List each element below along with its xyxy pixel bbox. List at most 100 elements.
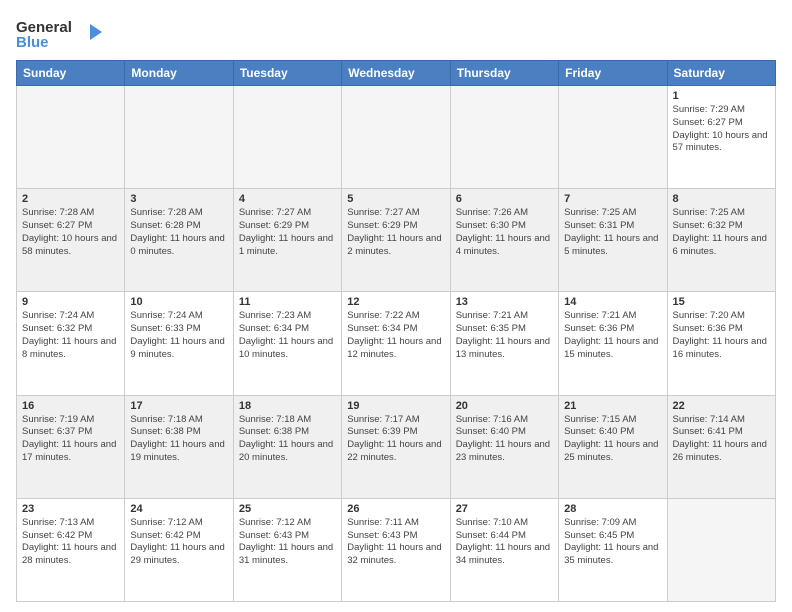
calendar-cell xyxy=(667,498,775,601)
calendar-cell: 27Sunrise: 7:10 AM Sunset: 6:44 PM Dayli… xyxy=(450,498,558,601)
day-info: Sunrise: 7:24 AM Sunset: 6:32 PM Dayligh… xyxy=(22,310,119,361)
calendar-week-1: 1 Sunrise: 7:29 AM Sunset: 6:27 PM Daylig… xyxy=(17,86,776,189)
weekday-header-saturday: Saturday xyxy=(667,61,775,86)
day-number: 5 xyxy=(347,193,444,205)
calendar-cell: 19 Sunrise: 7:17 AM Sunset: 6:39 PM Dayli… xyxy=(342,395,450,498)
day-info: Sunrise: 7:24 AM Sunset: 6:33 PM Dayligh… xyxy=(130,310,227,361)
weekday-header-thursday: Thursday xyxy=(450,61,558,86)
calendar-cell xyxy=(342,86,450,189)
calendar-week-2: 2 Sunrise: 7:28 AM Sunset: 6:27 PM Daylig… xyxy=(17,189,776,292)
calendar-cell: 18 Sunrise: 7:18 AM Sunset: 6:38 PM Dayli… xyxy=(233,395,341,498)
calendar-cell: 1 Sunrise: 7:29 AM Sunset: 6:27 PM Daylig… xyxy=(667,86,775,189)
calendar-cell: 10 Sunrise: 7:24 AM Sunset: 6:33 PM Dayli… xyxy=(125,292,233,395)
day-number: 3 xyxy=(130,193,227,205)
calendar-cell xyxy=(559,86,667,189)
day-info: Sunrise: 7:14 AM Sunset: 6:41 PM Dayligh… xyxy=(673,414,770,465)
day-number: 10 xyxy=(130,296,227,308)
day-number: 14 xyxy=(564,296,661,308)
calendar-cell: 13 Sunrise: 7:21 AM Sunset: 6:35 PM Dayli… xyxy=(450,292,558,395)
day-info: Sunrise: 7:23 AM Sunset: 6:34 PM Dayligh… xyxy=(239,310,336,361)
day-info: Sunrise: 7:22 AM Sunset: 6:34 PM Dayligh… xyxy=(347,310,444,361)
day-info: Sunrise: 7:13 AM Sunset: 6:42 PM Dayligh… xyxy=(22,517,119,568)
calendar-cell: 24 Sunrise: 7:12 AM Sunset: 6:42 PM Dayli… xyxy=(125,498,233,601)
day-number: 15 xyxy=(673,296,770,308)
calendar-cell: 2 Sunrise: 7:28 AM Sunset: 6:27 PM Daylig… xyxy=(17,189,125,292)
day-number: 16 xyxy=(22,400,119,412)
day-info: Sunrise: 7:26 AM Sunset: 6:30 PM Dayligh… xyxy=(456,207,553,258)
day-number: 22 xyxy=(673,400,770,412)
day-number: 24 xyxy=(130,503,227,515)
day-info: Sunrise: 7:12 AM Sunset: 6:43 PM Dayligh… xyxy=(239,517,336,568)
day-info: Sunrise: 7:18 AM Sunset: 6:38 PM Dayligh… xyxy=(239,414,336,465)
day-info: Sunrise: 7:25 AM Sunset: 6:31 PM Dayligh… xyxy=(564,207,661,258)
page: General Blue SundayMondayTuesdayWednesda… xyxy=(0,0,792,612)
calendar-cell: 15 Sunrise: 7:20 AM Sunset: 6:36 PM Dayli… xyxy=(667,292,775,395)
day-info: Sunrise: 7:17 AM Sunset: 6:39 PM Dayligh… xyxy=(347,414,444,465)
day-info: Sunrise: 7:29 AM Sunset: 6:27 PM Dayligh… xyxy=(673,104,770,155)
calendar-table: SundayMondayTuesdayWednesdayThursdayFrid… xyxy=(16,60,776,602)
header: General Blue xyxy=(16,16,776,52)
day-number: 2 xyxy=(22,193,119,205)
day-info: Sunrise: 7:28 AM Sunset: 6:27 PM Dayligh… xyxy=(22,207,119,258)
calendar-cell: 5 Sunrise: 7:27 AM Sunset: 6:29 PM Daylig… xyxy=(342,189,450,292)
day-info: Sunrise: 7:27 AM Sunset: 6:29 PM Dayligh… xyxy=(239,207,336,258)
day-number: 1 xyxy=(673,90,770,102)
calendar-week-3: 9 Sunrise: 7:24 AM Sunset: 6:32 PM Daylig… xyxy=(17,292,776,395)
calendar-cell: 21Sunrise: 7:15 AM Sunset: 6:40 PM Dayli… xyxy=(559,395,667,498)
calendar-cell: 4 Sunrise: 7:27 AM Sunset: 6:29 PM Daylig… xyxy=(233,189,341,292)
day-info: Sunrise: 7:16 AM Sunset: 6:40 PM Dayligh… xyxy=(456,414,553,465)
day-number: 12 xyxy=(347,296,444,308)
day-info: Sunrise: 7:25 AM Sunset: 6:32 PM Dayligh… xyxy=(673,207,770,258)
weekday-header-tuesday: Tuesday xyxy=(233,61,341,86)
calendar-cell: 8 Sunrise: 7:25 AM Sunset: 6:32 PM Daylig… xyxy=(667,189,775,292)
day-info: Sunrise: 7:12 AM Sunset: 6:42 PM Dayligh… xyxy=(130,517,227,568)
calendar-cell: 9 Sunrise: 7:24 AM Sunset: 6:32 PM Daylig… xyxy=(17,292,125,395)
calendar-cell: 26Sunrise: 7:11 AM Sunset: 6:43 PM Dayli… xyxy=(342,498,450,601)
weekday-header-sunday: Sunday xyxy=(17,61,125,86)
calendar-cell: 7 Sunrise: 7:25 AM Sunset: 6:31 PM Daylig… xyxy=(559,189,667,292)
day-info: Sunrise: 7:28 AM Sunset: 6:28 PM Dayligh… xyxy=(130,207,227,258)
day-number: 9 xyxy=(22,296,119,308)
day-info: Sunrise: 7:19 AM Sunset: 6:37 PM Dayligh… xyxy=(22,414,119,465)
calendar-cell: 22 Sunrise: 7:14 AM Sunset: 6:41 PM Dayli… xyxy=(667,395,775,498)
calendar-cell: 11Sunrise: 7:23 AM Sunset: 6:34 PM Dayli… xyxy=(233,292,341,395)
calendar-cell: 16 Sunrise: 7:19 AM Sunset: 6:37 PM Dayli… xyxy=(17,395,125,498)
weekday-header-monday: Monday xyxy=(125,61,233,86)
day-number: 25 xyxy=(239,503,336,515)
day-number: 7 xyxy=(564,193,661,205)
logo: General Blue xyxy=(16,16,106,52)
weekday-header-row: SundayMondayTuesdayWednesdayThursdayFrid… xyxy=(17,61,776,86)
calendar-cell: 23 Sunrise: 7:13 AM Sunset: 6:42 PM Dayli… xyxy=(17,498,125,601)
calendar-cell: 25 Sunrise: 7:12 AM Sunset: 6:43 PM Dayli… xyxy=(233,498,341,601)
calendar-cell: 14Sunrise: 7:21 AM Sunset: 6:36 PM Dayli… xyxy=(559,292,667,395)
day-number: 19 xyxy=(347,400,444,412)
day-number: 28 xyxy=(564,503,661,515)
logo-svg: General Blue xyxy=(16,16,106,52)
day-number: 18 xyxy=(239,400,336,412)
day-number: 13 xyxy=(456,296,553,308)
day-info: Sunrise: 7:27 AM Sunset: 6:29 PM Dayligh… xyxy=(347,207,444,258)
day-number: 20 xyxy=(456,400,553,412)
day-info: Sunrise: 7:20 AM Sunset: 6:36 PM Dayligh… xyxy=(673,310,770,361)
day-info: Sunrise: 7:21 AM Sunset: 6:35 PM Dayligh… xyxy=(456,310,553,361)
day-number: 4 xyxy=(239,193,336,205)
day-info: Sunrise: 7:15 AM Sunset: 6:40 PM Dayligh… xyxy=(564,414,661,465)
day-number: 27 xyxy=(456,503,553,515)
calendar-cell: 3 Sunrise: 7:28 AM Sunset: 6:28 PM Daylig… xyxy=(125,189,233,292)
calendar-cell: 17 Sunrise: 7:18 AM Sunset: 6:38 PM Dayli… xyxy=(125,395,233,498)
day-number: 6 xyxy=(456,193,553,205)
day-number: 23 xyxy=(22,503,119,515)
calendar-cell xyxy=(125,86,233,189)
calendar-cell xyxy=(233,86,341,189)
day-number: 8 xyxy=(673,193,770,205)
calendar-cell xyxy=(17,86,125,189)
calendar-week-4: 16 Sunrise: 7:19 AM Sunset: 6:37 PM Dayli… xyxy=(17,395,776,498)
day-number: 17 xyxy=(130,400,227,412)
day-info: Sunrise: 7:18 AM Sunset: 6:38 PM Dayligh… xyxy=(130,414,227,465)
calendar-cell: 20 Sunrise: 7:16 AM Sunset: 6:40 PM Dayli… xyxy=(450,395,558,498)
svg-text:Blue: Blue xyxy=(16,34,49,51)
calendar-cell: 12 Sunrise: 7:22 AM Sunset: 6:34 PM Dayli… xyxy=(342,292,450,395)
calendar-cell xyxy=(450,86,558,189)
weekday-header-friday: Friday xyxy=(559,61,667,86)
weekday-header-wednesday: Wednesday xyxy=(342,61,450,86)
